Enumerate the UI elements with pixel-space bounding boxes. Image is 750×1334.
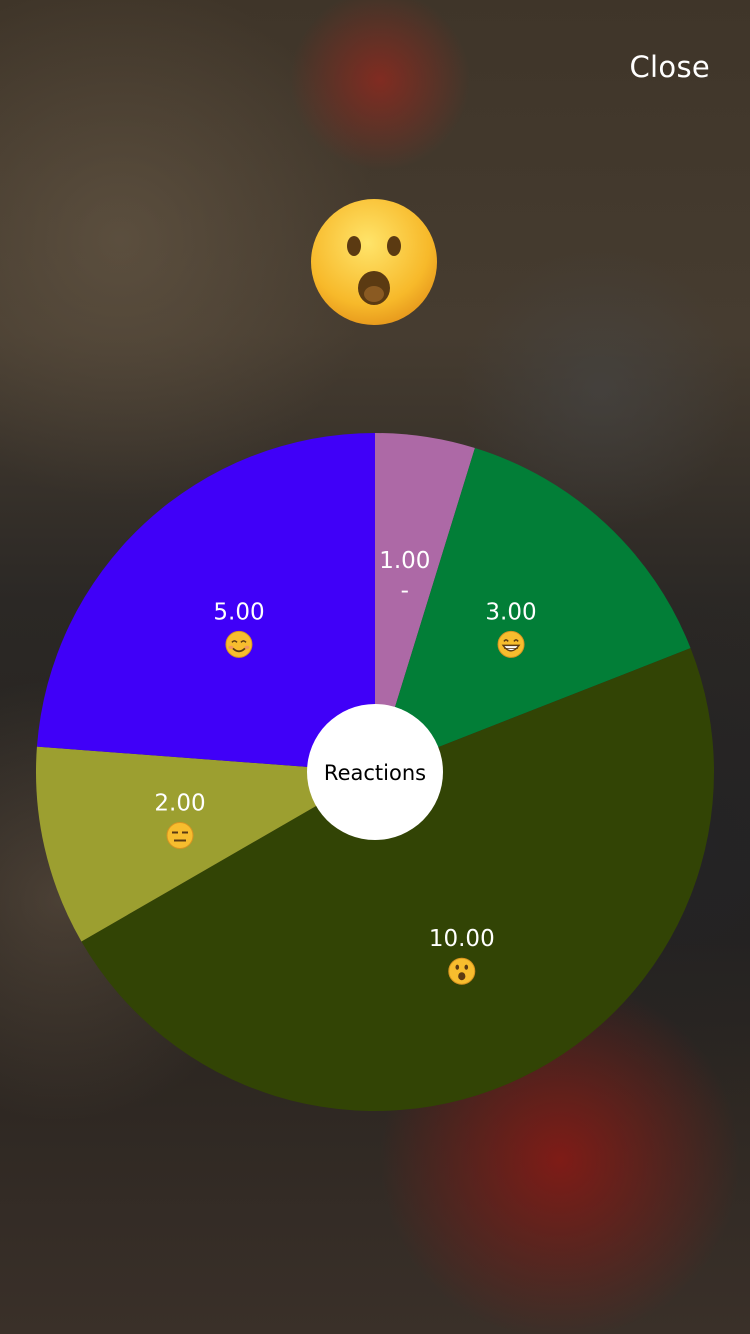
hushed-face-icon: [448, 957, 476, 985]
slice-value-label: 5.00: [213, 599, 264, 625]
pie-slice-smiling-face[interactable]: [36, 433, 376, 772]
slice-value-label: 1.00: [379, 548, 430, 574]
slice-reaction-label: -: [401, 578, 409, 604]
slice-value-label: 2.00: [154, 791, 205, 817]
chart-center-label: Reactions: [324, 761, 426, 785]
expressionless-face-icon: [166, 822, 194, 850]
slice-value-label: 3.00: [485, 599, 536, 625]
smiling-face-icon: [225, 630, 253, 658]
slice-value-label: 10.00: [429, 926, 495, 952]
reactions-pie-chart: 1.00 - 3.00 10.00 2.00 5.00 Reactions: [36, 433, 715, 1112]
grinning-face-icon: [497, 630, 525, 658]
